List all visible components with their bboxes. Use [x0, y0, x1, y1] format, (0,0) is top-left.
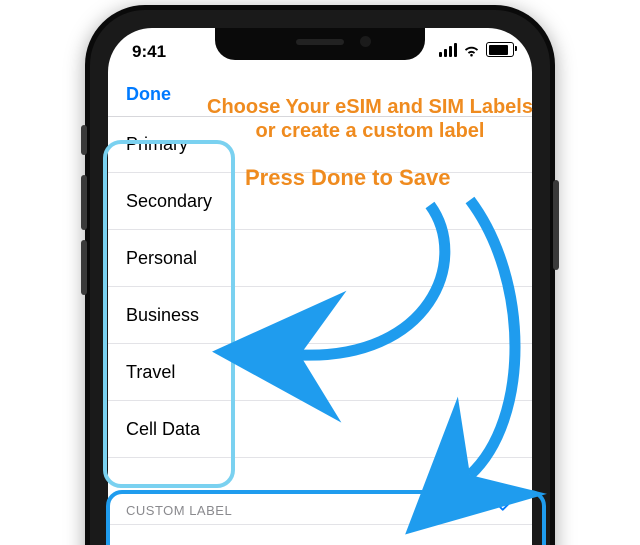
- phone-frame: 9:41 Done Primary Secondary Perso: [85, 5, 555, 545]
- list-item-label: Personal: [126, 248, 197, 269]
- wifi-icon: [463, 43, 480, 56]
- list-item-label: Secondary: [126, 191, 212, 212]
- volume-up-button: [81, 175, 87, 230]
- list-item[interactable]: Travel: [108, 344, 532, 401]
- status-time: 9:41: [132, 42, 166, 62]
- list-item-label: Primary: [126, 134, 188, 155]
- notch: [215, 28, 425, 60]
- custom-label-row[interactable]: [108, 525, 532, 545]
- list-item[interactable]: Personal: [108, 230, 532, 287]
- list-item-label: Business: [126, 305, 199, 326]
- power-button: [553, 180, 559, 270]
- nav-bar: Done: [108, 72, 532, 117]
- checkmark-icon: [496, 497, 514, 518]
- screen: 9:41 Done Primary Secondary Perso: [108, 28, 532, 545]
- battery-icon: [486, 42, 514, 57]
- list-item[interactable]: Cell Data: [108, 401, 532, 458]
- custom-label-header-text: CUSTOM LABEL: [126, 503, 232, 518]
- list-item[interactable]: Primary: [108, 116, 532, 173]
- done-button[interactable]: Done: [108, 84, 171, 105]
- label-list: Primary Secondary Personal Business Trav…: [108, 116, 532, 545]
- list-item[interactable]: Business: [108, 287, 532, 344]
- mute-switch: [81, 125, 87, 155]
- list-item[interactable]: Secondary: [108, 173, 532, 230]
- custom-label-input[interactable]: [126, 542, 532, 545]
- list-item-label: Travel: [126, 362, 175, 383]
- custom-label-header: CUSTOM LABEL: [108, 484, 532, 525]
- list-item-label: Cell Data: [126, 419, 200, 440]
- volume-down-button: [81, 240, 87, 295]
- cellular-signal-icon: [439, 43, 457, 57]
